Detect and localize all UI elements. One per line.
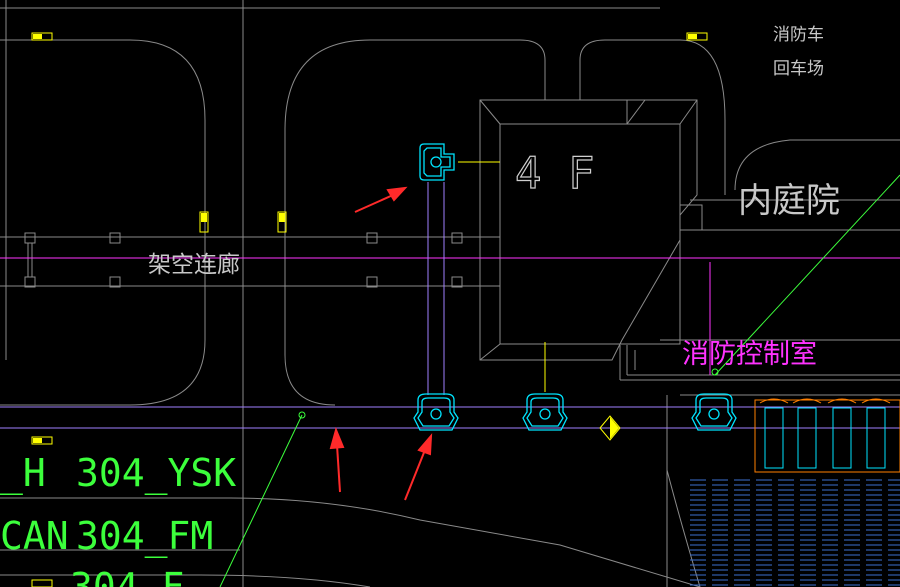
- label-corridor: 架空连廊: [148, 252, 240, 278]
- green-label-3: CAN: [0, 514, 69, 558]
- green-label-5: 304_F: [70, 565, 184, 587]
- building-outlines: [0, 0, 900, 587]
- equipment-symbol: [419, 143, 455, 181]
- parking-stalls: [754, 398, 900, 473]
- equipment-symbol: [691, 393, 737, 431]
- green-label-4: 304_FM: [76, 514, 213, 559]
- yellow-tag-fills: [33, 34, 697, 443]
- green-label-2: 304_YSK: [76, 451, 236, 496]
- label-fire-truck-1: 消防车: [773, 25, 824, 45]
- green-label-1: _H: [0, 451, 46, 496]
- cad-drawing-canvas[interactable]: 消防车 回车场 4 F 内庭院 架空连廊 消防控制室 _H 304_YSK CA…: [0, 0, 900, 587]
- label-control-room: 消防控制室: [682, 339, 817, 370]
- label-courtyard: 内庭院: [738, 181, 840, 221]
- equipment-symbol: [522, 393, 568, 431]
- paving-hatch: [690, 479, 900, 586]
- annotation-arrows: [329, 186, 433, 501]
- equipment-symbol: [413, 393, 459, 431]
- label-floor: 4 F: [515, 148, 594, 199]
- label-fire-truck-2: 回车场: [773, 59, 824, 79]
- arrow-icon: [354, 186, 408, 213]
- yellow-lines: [31, 32, 708, 587]
- arrow-icon: [404, 433, 433, 501]
- arrow-icon: [329, 426, 345, 493]
- drawing-labels: 消防车 回车场 4 F 内庭院 架空连廊 消防控制室 _H 304_YSK CA…: [0, 25, 840, 587]
